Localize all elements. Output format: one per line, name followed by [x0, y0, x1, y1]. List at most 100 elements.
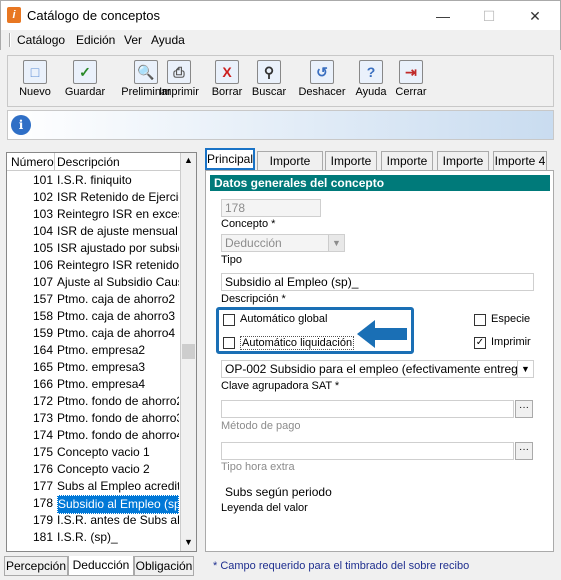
list-item-number: 166: [32, 377, 53, 391]
scroll-up-icon[interactable]: ▲: [184, 155, 193, 165]
list-item[interactable]: 106 Reintegro ISR retenido de: [7, 257, 179, 274]
list-item[interactable]: 178 Subsidio al Empleo (sp)_: [7, 495, 179, 514]
toolbar: □ Nuevo ✓ Guardar 🔍 Preliminar ⎙ Imprimir X Borra…: [7, 55, 554, 107]
new-doc-icon: □: [23, 60, 47, 84]
descripcion-input[interactable]: Subsidio al Empleo (sp)_: [221, 273, 534, 291]
tab-importe-total[interactable]: Importe total: [257, 151, 323, 186]
toolbar-button-deshacer[interactable]: ↺ Deshacer: [292, 60, 352, 106]
menu-catalogo[interactable]: Catálogo: [17, 33, 65, 47]
imprimir-checkbox[interactable]: ✓: [474, 337, 486, 349]
toolbar-button-cerrar[interactable]: ⇥ Cerrar: [388, 60, 434, 106]
list-item-description: Ptmo. empresa3: [57, 360, 146, 374]
especie-checkbox[interactable]: [474, 314, 486, 326]
list-item[interactable]: 176 Concepto vacio 2: [7, 461, 179, 478]
list-item-description: Reintegro ISR en exceso: [57, 207, 179, 221]
status-note: * Campo requerido para el timbrado del s…: [213, 560, 470, 572]
menu-ver[interactable]: Ver: [124, 33, 142, 47]
list-item-number: 158: [32, 309, 53, 323]
list-item[interactable]: 104 ISR de ajuste mensual: [7, 223, 179, 240]
list-item[interactable]: 103 Reintegro ISR en exceso: [7, 206, 179, 223]
tipo-dropdown: Deducción ▼: [221, 234, 345, 252]
tab-importe-2[interactable]: Importe 2: [381, 151, 433, 186]
chevron-down-icon[interactable]: ▼: [517, 361, 533, 377]
list-item-number: 164: [32, 343, 53, 357]
menu-bar: Catálogo Edición Ver Ayuda: [0, 30, 561, 50]
list-item-number: 165: [32, 360, 53, 374]
column-header-numero[interactable]: Número: [11, 155, 54, 169]
tipo-hora-label: Tipo hora extra: [221, 461, 295, 473]
list-item-number: 178: [32, 496, 53, 510]
list-item-number: 174: [32, 428, 53, 442]
tab-percepcion[interactable]: Percepción: [4, 556, 68, 576]
list-scrollbar[interactable]: ▲ ▼: [180, 153, 196, 551]
toolbar-button-nuevo[interactable]: □ Nuevo: [12, 60, 58, 106]
list-item-number: 159: [32, 326, 53, 340]
list-item-description: ISR Retenido de Ejercicio: [57, 190, 179, 204]
printer-icon: ⎙: [167, 60, 191, 84]
toolbar-button-guardar[interactable]: ✓ Guardar: [62, 60, 108, 106]
highlight-annotation: [216, 307, 414, 354]
list-item[interactable]: 165 Ptmo. empresa3: [7, 359, 179, 376]
list-item-number: 181: [32, 530, 53, 544]
tab-importe-4[interactable]: Importe 4: [493, 151, 547, 170]
clave-label: Clave agrupadora SAT *: [221, 380, 340, 392]
list-item-description: ISR ajustado por subsidio: [57, 241, 179, 255]
close-button[interactable]: ✕: [512, 1, 558, 31]
list-item[interactable]: 174 Ptmo. fondo de ahorro4: [7, 427, 179, 444]
imprimir-label: Imprimir: [491, 336, 531, 348]
toolbar-button-label: Guardar: [64, 86, 106, 98]
tipo-label: Tipo: [221, 254, 242, 266]
list-item-description: Ptmo. empresa2: [57, 343, 146, 357]
toolbar-button-label: Nuevo: [19, 86, 51, 98]
list-item-description: Ptmo. caja de ahorro3: [57, 309, 176, 323]
list-item[interactable]: 177 Subs al Empleo acreditad: [7, 478, 179, 495]
clave-agrupadora-dropdown[interactable]: OP-002 Subsidio para el empleo (efectiva…: [221, 360, 534, 378]
help-icon: ?: [359, 60, 383, 84]
tipo-hora-browse-button[interactable]: ···: [515, 442, 533, 460]
list-item[interactable]: 107 Ajuste al Subsidio Causad: [7, 274, 179, 291]
minimize-button[interactable]: —: [420, 1, 466, 31]
list-item-description: Concepto vacio 2: [57, 462, 150, 476]
list-item[interactable]: 173 Ptmo. fondo de ahorro3: [7, 410, 179, 427]
list-item-description: Ptmo. caja de ahorro2: [57, 292, 176, 306]
list-item[interactable]: 158 Ptmo. caja de ahorro3: [7, 308, 179, 325]
list-item[interactable]: 157 Ptmo. caja de ahorro2: [7, 291, 179, 308]
list-item-number: 105: [32, 241, 53, 255]
column-header-descripcion[interactable]: Descripción: [57, 155, 120, 169]
toolbar-button-buscar[interactable]: ⚲ Buscar: [246, 60, 292, 106]
tab-principal[interactable]: Principal: [205, 148, 255, 170]
toolbar-button-imprimir[interactable]: ⎙ Imprimir: [156, 60, 202, 106]
leyenda-valor-field[interactable]: Subs según periodo: [221, 483, 534, 501]
window-title: Catálogo de conceptos: [27, 8, 160, 23]
list-item-number: 107: [32, 275, 53, 289]
list-header: Número Descripción: [7, 153, 196, 171]
menu-edicion[interactable]: Edición: [76, 33, 115, 47]
tab-obligacion[interactable]: Obligación: [134, 556, 194, 576]
scroll-thumb[interactable]: [182, 344, 195, 359]
toolbar-button-label: Buscar: [251, 86, 287, 98]
list-item[interactable]: 172 Ptmo. fondo de ahorro2: [7, 393, 179, 410]
list-item[interactable]: 181 I.S.R. (sp)_: [7, 529, 179, 546]
scroll-down-icon[interactable]: ▼: [184, 537, 193, 547]
list-item-description: I.S.R. finiquito: [57, 173, 132, 187]
toolbar-button-borrar[interactable]: X Borrar: [204, 60, 250, 106]
tab-importe-1[interactable]: Importe 1: [325, 151, 377, 186]
list-item[interactable]: 175 Concepto vacio 1: [7, 444, 179, 461]
list-item-number: 157: [32, 292, 53, 306]
metodo-pago-field: [221, 400, 514, 418]
tipo-hora-extra-field: [221, 442, 514, 460]
list-item[interactable]: 105 ISR ajustado por subsidio: [7, 240, 179, 257]
list-item[interactable]: 159 Ptmo. caja de ahorro4: [7, 325, 179, 342]
toolbar-button-label: Deshacer: [298, 86, 346, 98]
tab-deduccion[interactable]: Deducción: [68, 556, 134, 576]
list-item[interactable]: 179 I.S.R. antes de Subs al En: [7, 512, 179, 529]
tab-importe-3[interactable]: Importe 3: [437, 151, 489, 186]
list-item[interactable]: 101 I.S.R. finiquito: [7, 172, 179, 189]
list-item[interactable]: 164 Ptmo. empresa2: [7, 342, 179, 359]
menu-ayuda[interactable]: Ayuda: [151, 33, 185, 47]
exit-icon: ⇥: [399, 60, 423, 84]
metodo-pago-browse-button[interactable]: ···: [515, 400, 533, 418]
list-item[interactable]: 102 ISR Retenido de Ejercicio: [7, 189, 179, 206]
maximize-button[interactable]: ☐: [466, 1, 512, 31]
list-item[interactable]: 166 Ptmo. empresa4: [7, 376, 179, 393]
